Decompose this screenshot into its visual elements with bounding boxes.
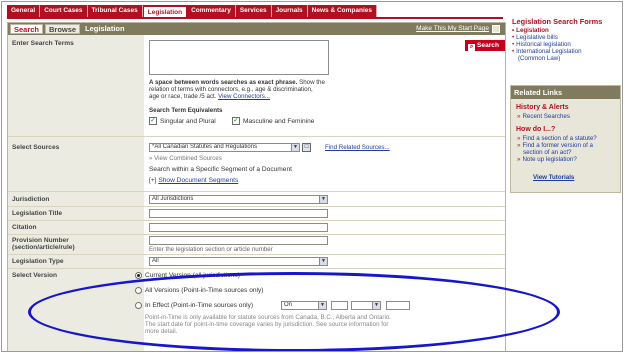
version-label: Select Version <box>12 272 58 279</box>
divider <box>8 206 505 207</box>
divider <box>8 220 505 221</box>
within-segment-text: Search within a Specific Segment of a Do… <box>149 166 292 173</box>
sources-select[interactable]: *All Canadian Statutes and Regulations ▼ <box>149 143 300 152</box>
divider <box>8 268 505 269</box>
tab-commentary[interactable]: Commentary <box>187 5 236 17</box>
divider <box>8 254 505 255</box>
tab-general[interactable]: General <box>7 5 41 17</box>
search-hint-line2: relation of terms with connectors, e.g.,… <box>149 86 313 93</box>
chevron-down-icon: ▼ <box>319 196 327 203</box>
in-effect-year-input[interactable] <box>386 301 410 310</box>
chevron-down-icon: ▼ <box>291 144 299 151</box>
singular-plural-checkbox[interactable]: ✓ <box>149 117 157 125</box>
legislation-title-input[interactable] <box>149 209 328 218</box>
singular-plural-label: Singular and Plural <box>160 118 216 125</box>
divider <box>8 191 505 192</box>
point-in-time-note-3: more detail. <box>145 328 178 335</box>
chevron-down-icon: ▼ <box>319 258 327 265</box>
search-icon: ⌕ <box>468 44 475 51</box>
chevron-down-icon: ▼ <box>318 302 326 309</box>
view-connectors-link[interactable]: View Connectors... <box>218 93 270 100</box>
search-panel: Search Browse Legislation Make This My S… <box>7 22 506 351</box>
citation-input[interactable] <box>149 223 328 232</box>
equivalents-heading: Search Term Equivalents <box>149 107 223 114</box>
all-versions-label: All Versions (Point-in-Time sources only… <box>145 287 264 294</box>
form-link-bills[interactable]: • Legislative bills <box>512 34 621 41</box>
provision-label: Provision Number <box>12 237 69 244</box>
legislation-type-select[interactable]: All ▼ <box>149 257 328 266</box>
recent-searches-link[interactable]: » Recent Searches <box>517 113 570 120</box>
citation-label: Citation <box>12 224 37 231</box>
masculine-feminine-checkbox[interactable]: ✓ <box>232 117 240 125</box>
related-links-box: Related Links History & Alerts » Recent S… <box>510 85 621 193</box>
top-nav: General Court Cases Tribunal Cases Legis… <box>7 5 377 17</box>
help-icon[interactable] <box>492 25 500 33</box>
sources-picker-button[interactable]: □ <box>302 143 311 152</box>
search-forms-title: Legislation Search Forms <box>512 17 603 26</box>
provision-hint: Enter the legislation section or article… <box>149 246 273 253</box>
subtab-search[interactable]: Search <box>10 24 44 34</box>
view-tutorials-link[interactable]: View Tutorials <box>533 174 574 181</box>
make-start-page-link[interactable]: Make This My Start Page <box>416 23 489 35</box>
search-forms-list: • Legislation • Legislative bills • Histori… <box>510 27 621 62</box>
current-version-radio[interactable] <box>135 272 142 279</box>
in-effect-month-select[interactable]: ▼ <box>351 301 381 310</box>
form-link-legislation[interactable]: • Legislation <box>512 27 621 34</box>
current-version-label: Current Version (all jurisdictions) <box>145 272 240 279</box>
point-in-time-note-2: The start date for point-in-time coverag… <box>145 321 389 328</box>
label-column <box>8 35 144 351</box>
search-button[interactable]: ⌕ Search <box>465 40 505 51</box>
legislation-type-label: Legislation Type <box>12 258 64 265</box>
howdoi-link-former-version[interactable]: » Find a former version of a <box>517 142 593 149</box>
show-segments-toggle[interactable]: [+] Show Document Segments <box>149 177 238 184</box>
search-terms-label: Enter Search Terms <box>12 40 74 47</box>
chevron-down-icon: ▼ <box>372 302 380 309</box>
tab-services[interactable]: Services <box>236 5 272 17</box>
howdoi-link-note-up[interactable]: » Note up legislation? <box>517 156 577 163</box>
point-in-time-note-1: Point-in-Time is only available for stat… <box>145 314 392 321</box>
howdoi-link-former-version-cont[interactable]: section of an act? <box>517 149 572 156</box>
history-alerts-heading: History & Alerts <box>516 104 569 111</box>
find-related-sources-link[interactable]: Find Related Sources... <box>325 144 390 151</box>
in-effect-mode-select[interactable]: On ▼ <box>281 301 327 310</box>
tab-court-cases[interactable]: Court Cases <box>40 5 88 17</box>
form-link-international[interactable]: • International Legislation <box>512 48 621 55</box>
search-hint-line1: A space between words searches as exact … <box>149 79 325 86</box>
form-link-international-sub[interactable]: (Common Law) <box>512 55 621 62</box>
masculine-feminine-label: Masculine and Feminine <box>243 118 315 125</box>
how-do-i-heading: How do I...? <box>516 126 556 133</box>
divider <box>8 136 505 137</box>
in-effect-day-input[interactable] <box>331 301 348 310</box>
search-forms-sidebar: Legislation Search Forms • Legislation • L… <box>510 17 621 62</box>
all-versions-radio[interactable] <box>135 287 142 294</box>
in-effect-label: In Effect (Point-in-Time sources only) <box>145 302 254 309</box>
provision-label-sub: (section/article/rule) <box>12 244 75 251</box>
nav-underline <box>7 17 503 19</box>
section-title: Legislation <box>85 24 125 33</box>
tab-tribunal-cases[interactable]: Tribunal Cases <box>88 5 143 17</box>
related-links-title: Related Links <box>511 86 620 99</box>
divider <box>8 234 505 235</box>
sources-label: Select Sources <box>12 144 60 151</box>
tab-journals[interactable]: Journals <box>272 5 308 17</box>
provision-input[interactable] <box>149 236 328 245</box>
tab-news-companies[interactable]: News & Companies <box>308 5 377 17</box>
jurisdiction-label: Jurisdiction <box>12 196 50 203</box>
subtab-browse[interactable]: Browse <box>45 24 81 34</box>
form-link-historical[interactable]: • Historical legislation <box>512 41 621 48</box>
view-combined-sources[interactable]: » View Combined Sources <box>149 155 222 162</box>
tab-legislation[interactable]: Legislation <box>142 6 188 17</box>
in-effect-radio[interactable] <box>135 302 142 309</box>
legislation-title-label: Legislation Title <box>12 210 63 217</box>
howdoi-link-find-section[interactable]: » Find a section of a statute? <box>517 135 597 142</box>
search-hint-line3: age or race, trade /5 act. View Connecto… <box>149 93 270 100</box>
screenshot-frame: General Court Cases Tribunal Cases Legis… <box>1 1 623 352</box>
jurisdiction-select[interactable]: All Jurisdictions ▼ <box>149 195 328 204</box>
search-terms-textarea[interactable] <box>149 40 329 75</box>
